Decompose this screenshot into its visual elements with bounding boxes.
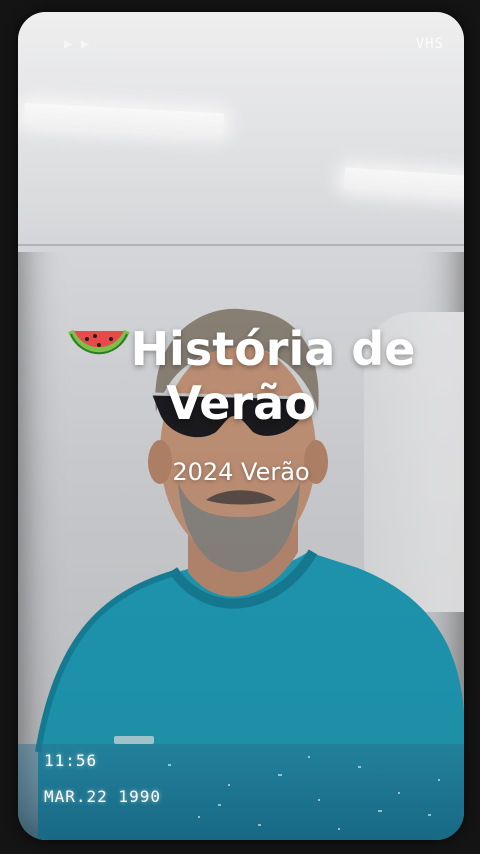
title-block: História de Verão 2024 Verão xyxy=(18,322,464,486)
story-title: História de Verão xyxy=(18,322,464,430)
watermelon-icon xyxy=(67,329,130,355)
video-screen: ▶ ▶ VHS História de Verão 2024 Verão 11:… xyxy=(18,12,464,840)
story-subtitle: 2024 Verão xyxy=(172,458,310,486)
play-indicator: ▶ ▶ xyxy=(64,36,90,52)
title-line-1: História de xyxy=(130,322,416,376)
date-stamp: MAR.22 1990 xyxy=(44,787,161,806)
title-line-2: Verão xyxy=(166,376,316,430)
time-stamp: 11:56 xyxy=(44,751,98,770)
vhs-format-label: VHS xyxy=(415,36,444,52)
vhs-frame: ▶ ▶ VHS História de Verão 2024 Verão 11:… xyxy=(0,0,480,854)
